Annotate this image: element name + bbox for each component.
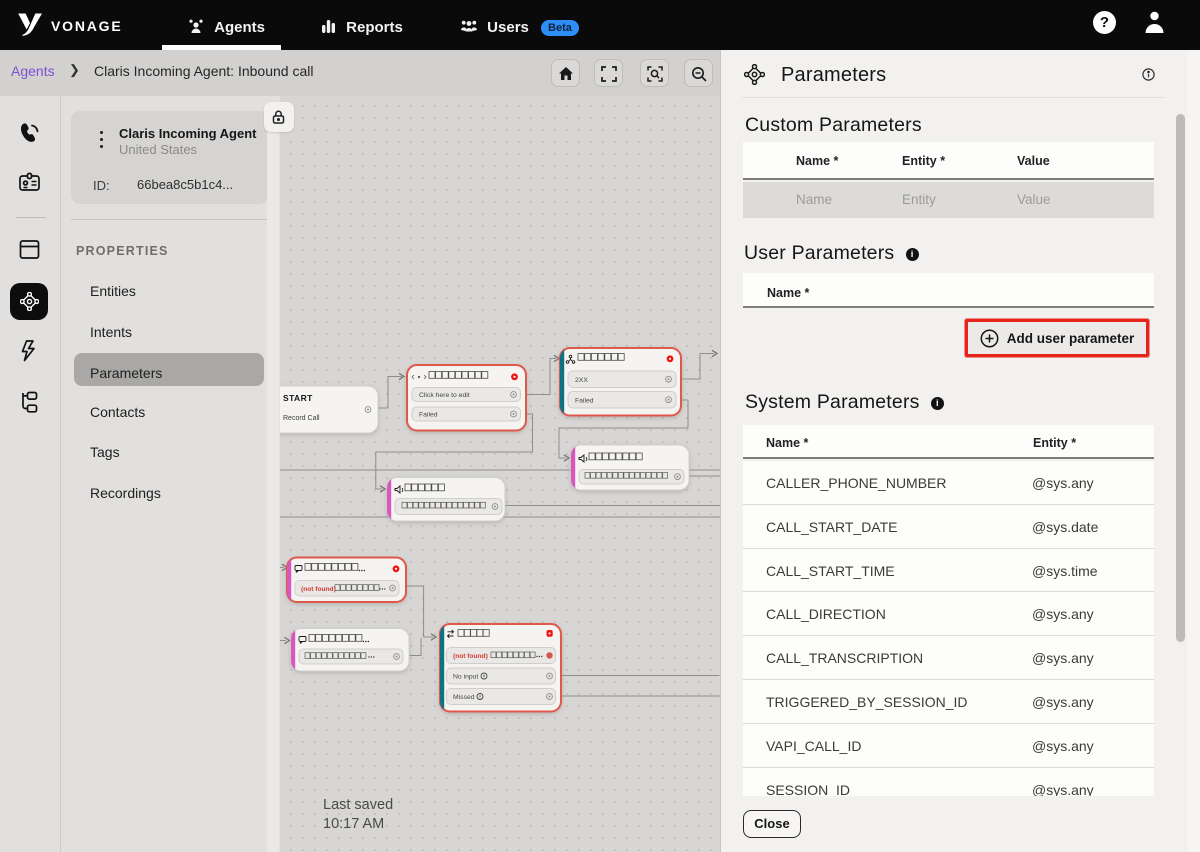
svg-text:Missed: Missed	[453, 694, 475, 701]
svg-text:(not found): (not found)	[301, 586, 336, 593]
svg-text:Failed: Failed	[419, 412, 438, 419]
svg-text::: :	[486, 653, 488, 660]
svg-text:No input: No input	[453, 674, 478, 681]
svg-text:2XX: 2XX	[575, 377, 588, 384]
svg-text:START: START	[283, 393, 313, 403]
svg-text:Click here to edit: Click here to edit	[419, 392, 470, 399]
svg-text:(not found): (not found)	[453, 653, 488, 660]
svg-text:Record Call: Record Call	[283, 415, 320, 422]
svg-text:Failed: Failed	[575, 398, 594, 405]
